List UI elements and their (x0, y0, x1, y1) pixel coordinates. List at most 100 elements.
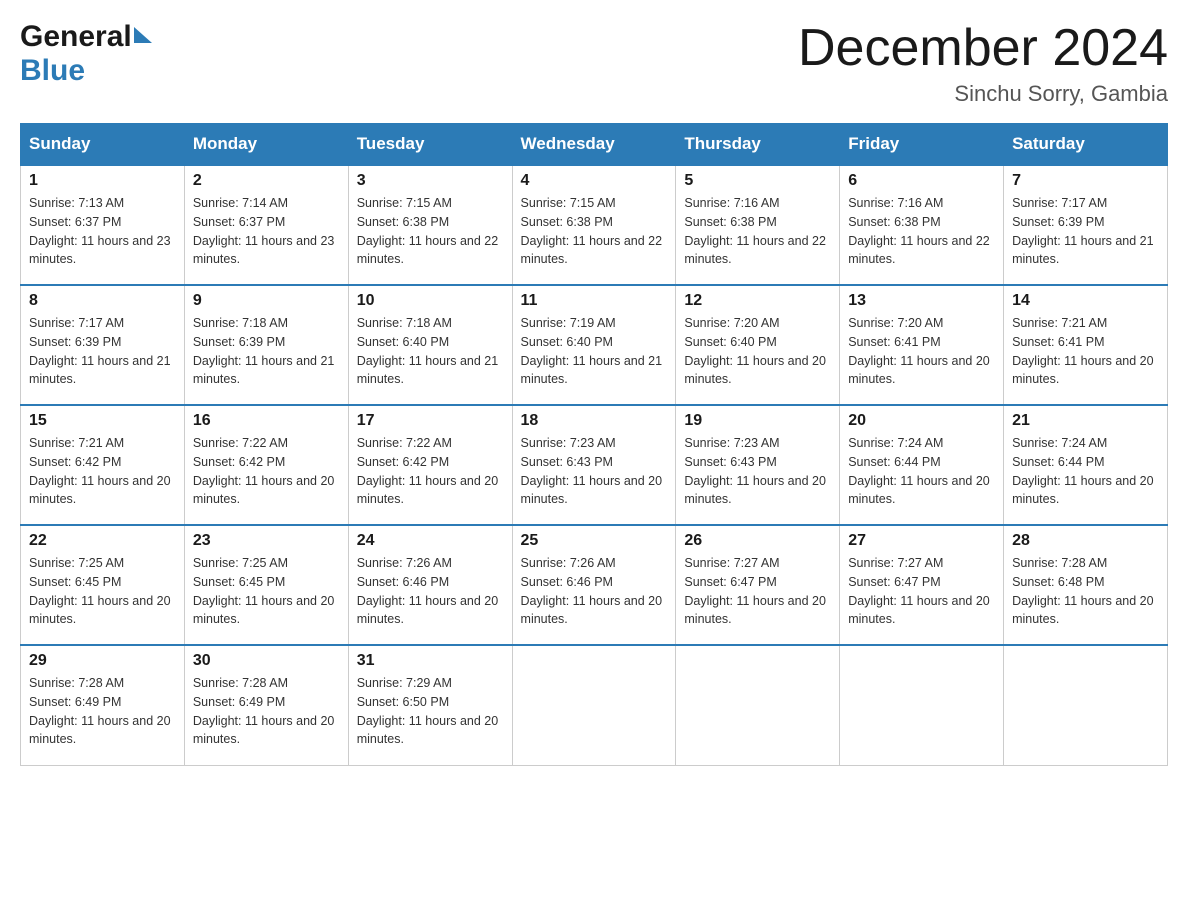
calendar-cell: 3Sunrise: 7:15 AMSunset: 6:38 PMDaylight… (348, 165, 512, 285)
calendar-cell: 13 Sunrise: 7:20 AMSunset: 6:41 PMDayligh… (840, 285, 1004, 405)
column-header-friday: Friday (840, 124, 1004, 166)
day-number: 25 (521, 532, 668, 550)
day-number: 6 (848, 172, 995, 190)
calendar-cell: 27Sunrise: 7:27 AMSunset: 6:47 PMDayligh… (840, 525, 1004, 645)
day-number: 9 (193, 292, 340, 310)
calendar-cell (840, 645, 1004, 765)
title-block: December 2024 Sinchu Sorry, Gambia (798, 20, 1168, 107)
column-header-monday: Monday (184, 124, 348, 166)
day-number: 28 (1012, 532, 1159, 550)
calendar-cell: 1Sunrise: 7:13 AMSunset: 6:37 PMDaylight… (21, 165, 185, 285)
day-number: 15 (29, 412, 176, 430)
day-info: Sunrise: 7:15 AMSunset: 6:38 PMDaylight:… (357, 194, 504, 269)
day-number: 16 (193, 412, 340, 430)
calendar-cell: 4 Sunrise: 7:15 AMSunset: 6:38 PMDaylight… (512, 165, 676, 285)
calendar-cell (512, 645, 676, 765)
calendar-cell: 8 Sunrise: 7:17 AMSunset: 6:39 PMDaylight… (21, 285, 185, 405)
day-info: Sunrise: 7:20 AMSunset: 6:40 PMDaylight:… (684, 314, 831, 389)
day-number: 24 (357, 532, 504, 550)
column-header-tuesday: Tuesday (348, 124, 512, 166)
calendar-week-row: 29 Sunrise: 7:28 AMSunset: 6:49 PMDayligh… (21, 645, 1168, 765)
logo-blue-text: Blue (20, 54, 85, 87)
location-title: Sinchu Sorry, Gambia (798, 81, 1168, 107)
day-info: Sunrise: 7:20 AMSunset: 6:41 PMDaylight:… (848, 314, 995, 389)
calendar-cell: 30 Sunrise: 7:28 AMSunset: 6:49 PMDayligh… (184, 645, 348, 765)
calendar-cell (1004, 645, 1168, 765)
calendar-cell: 20 Sunrise: 7:24 AMSunset: 6:44 PMDayligh… (840, 405, 1004, 525)
day-info: Sunrise: 7:17 AMSunset: 6:39 PMDaylight:… (1012, 194, 1159, 269)
day-number: 29 (29, 652, 176, 670)
calendar-cell: 26Sunrise: 7:27 AMSunset: 6:47 PMDayligh… (676, 525, 840, 645)
day-info: Sunrise: 7:29 AMSunset: 6:50 PMDaylight:… (357, 674, 504, 749)
calendar-cell: 5 Sunrise: 7:16 AMSunset: 6:38 PMDaylight… (676, 165, 840, 285)
day-info: Sunrise: 7:19 AMSunset: 6:40 PMDaylight:… (521, 314, 668, 389)
column-header-thursday: Thursday (676, 124, 840, 166)
day-info: Sunrise: 7:24 AMSunset: 6:44 PMDaylight:… (1012, 434, 1159, 509)
day-number: 10 (357, 292, 504, 310)
calendar-week-row: 22Sunrise: 7:25 AMSunset: 6:45 PMDayligh… (21, 525, 1168, 645)
day-number: 13 (848, 292, 995, 310)
day-info: Sunrise: 7:28 AMSunset: 6:49 PMDaylight:… (193, 674, 340, 749)
logo: General Blue (20, 20, 152, 88)
calendar-cell: 28 Sunrise: 7:28 AMSunset: 6:48 PMDayligh… (1004, 525, 1168, 645)
day-info: Sunrise: 7:25 AMSunset: 6:45 PMDaylight:… (193, 554, 340, 629)
day-number: 20 (848, 412, 995, 430)
calendar-table: SundayMondayTuesdayWednesdayThursdayFrid… (20, 123, 1168, 766)
calendar-header-row: SundayMondayTuesdayWednesdayThursdayFrid… (21, 124, 1168, 166)
day-number: 4 (521, 172, 668, 190)
calendar-week-row: 1Sunrise: 7:13 AMSunset: 6:37 PMDaylight… (21, 165, 1168, 285)
column-header-sunday: Sunday (21, 124, 185, 166)
calendar-week-row: 8 Sunrise: 7:17 AMSunset: 6:39 PMDaylight… (21, 285, 1168, 405)
day-number: 27 (848, 532, 995, 550)
day-info: Sunrise: 7:18 AMSunset: 6:39 PMDaylight:… (193, 314, 340, 389)
day-info: Sunrise: 7:16 AMSunset: 6:38 PMDaylight:… (684, 194, 831, 269)
day-number: 30 (193, 652, 340, 670)
day-info: Sunrise: 7:22 AMSunset: 6:42 PMDaylight:… (357, 434, 504, 509)
calendar-cell: 14 Sunrise: 7:21 AMSunset: 6:41 PMDayligh… (1004, 285, 1168, 405)
calendar-cell: 31 Sunrise: 7:29 AMSunset: 6:50 PMDayligh… (348, 645, 512, 765)
day-number: 12 (684, 292, 831, 310)
day-number: 18 (521, 412, 668, 430)
day-number: 2 (193, 172, 340, 190)
day-info: Sunrise: 7:22 AMSunset: 6:42 PMDaylight:… (193, 434, 340, 509)
calendar-cell: 23 Sunrise: 7:25 AMSunset: 6:45 PMDayligh… (184, 525, 348, 645)
day-number: 7 (1012, 172, 1159, 190)
calendar-cell: 6Sunrise: 7:16 AMSunset: 6:38 PMDaylight… (840, 165, 1004, 285)
calendar-cell: 25 Sunrise: 7:26 AMSunset: 6:46 PMDayligh… (512, 525, 676, 645)
day-number: 19 (684, 412, 831, 430)
day-info: Sunrise: 7:26 AMSunset: 6:46 PMDaylight:… (521, 554, 668, 629)
day-number: 23 (193, 532, 340, 550)
calendar-cell: 16 Sunrise: 7:22 AMSunset: 6:42 PMDayligh… (184, 405, 348, 525)
day-number: 5 (684, 172, 831, 190)
day-info: Sunrise: 7:21 AMSunset: 6:41 PMDaylight:… (1012, 314, 1159, 389)
calendar-week-row: 15 Sunrise: 7:21 AMSunset: 6:42 PMDayligh… (21, 405, 1168, 525)
day-info: Sunrise: 7:26 AMSunset: 6:46 PMDaylight:… (357, 554, 504, 629)
day-number: 17 (357, 412, 504, 430)
day-info: Sunrise: 7:17 AMSunset: 6:39 PMDaylight:… (29, 314, 176, 389)
day-info: Sunrise: 7:23 AMSunset: 6:43 PMDaylight:… (684, 434, 831, 509)
logo-arrow-icon (134, 27, 152, 43)
calendar-cell: 29 Sunrise: 7:28 AMSunset: 6:49 PMDayligh… (21, 645, 185, 765)
day-info: Sunrise: 7:28 AMSunset: 6:49 PMDaylight:… (29, 674, 176, 749)
day-number: 14 (1012, 292, 1159, 310)
calendar-cell: 12 Sunrise: 7:20 AMSunset: 6:40 PMDayligh… (676, 285, 840, 405)
day-info: Sunrise: 7:24 AMSunset: 6:44 PMDaylight:… (848, 434, 995, 509)
day-number: 11 (521, 292, 668, 310)
day-number: 8 (29, 292, 176, 310)
day-info: Sunrise: 7:15 AMSunset: 6:38 PMDaylight:… (521, 194, 668, 269)
page-header: General Blue December 2024 Sinchu Sorry,… (20, 20, 1168, 107)
calendar-cell: 2Sunrise: 7:14 AMSunset: 6:37 PMDaylight… (184, 165, 348, 285)
day-number: 26 (684, 532, 831, 550)
day-number: 21 (1012, 412, 1159, 430)
day-info: Sunrise: 7:28 AMSunset: 6:48 PMDaylight:… (1012, 554, 1159, 629)
calendar-cell: 9 Sunrise: 7:18 AMSunset: 6:39 PMDaylight… (184, 285, 348, 405)
calendar-cell: 19 Sunrise: 7:23 AMSunset: 6:43 PMDayligh… (676, 405, 840, 525)
calendar-cell: 11 Sunrise: 7:19 AMSunset: 6:40 PMDayligh… (512, 285, 676, 405)
calendar-cell: 17 Sunrise: 7:22 AMSunset: 6:42 PMDayligh… (348, 405, 512, 525)
calendar-cell: 7 Sunrise: 7:17 AMSunset: 6:39 PMDaylight… (1004, 165, 1168, 285)
day-info: Sunrise: 7:23 AMSunset: 6:43 PMDaylight:… (521, 434, 668, 509)
day-info: Sunrise: 7:21 AMSunset: 6:42 PMDaylight:… (29, 434, 176, 509)
calendar-cell: 15 Sunrise: 7:21 AMSunset: 6:42 PMDayligh… (21, 405, 185, 525)
calendar-cell: 10Sunrise: 7:18 AMSunset: 6:40 PMDayligh… (348, 285, 512, 405)
day-number: 31 (357, 652, 504, 670)
